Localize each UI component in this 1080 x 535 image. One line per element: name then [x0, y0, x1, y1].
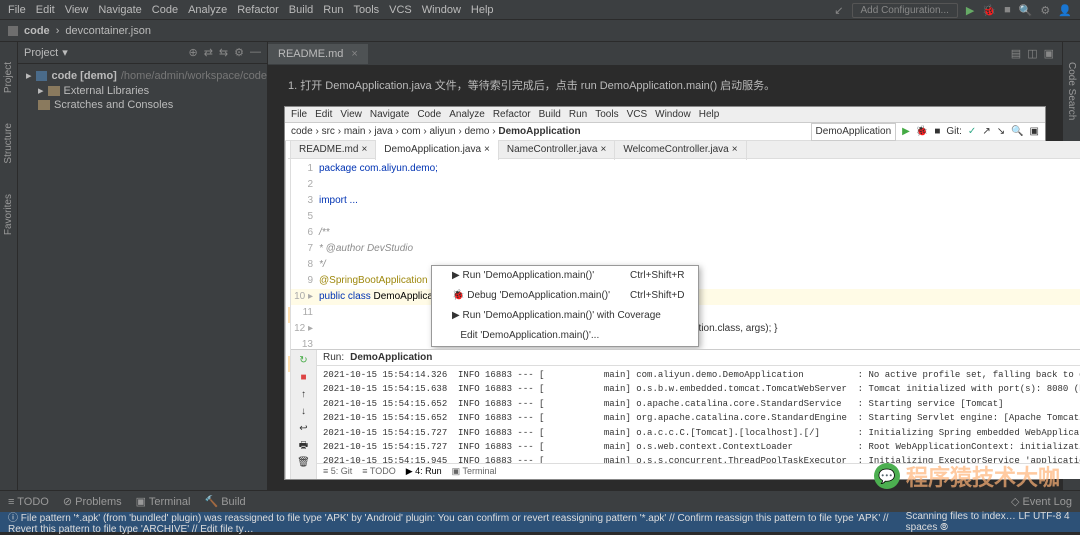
stop-icon[interactable]: ■ [1004, 4, 1011, 16]
favorites-tool[interactable]: Favorites [3, 194, 14, 235]
menu-help[interactable]: Help [471, 4, 494, 16]
code-search-tool[interactable]: Code Search [1066, 62, 1077, 120]
menu-navigate[interactable]: Navigate [98, 4, 141, 16]
avatar-icon[interactable]: 👤 [1058, 4, 1072, 17]
status-message: ⓘ File pattern '*.apk' (from 'bundled' p… [8, 509, 906, 535]
preview-icon[interactable]: ▣ [1044, 47, 1054, 60]
chevron-down-icon[interactable]: ▾ [62, 46, 68, 59]
project-tool[interactable]: Project [3, 62, 14, 93]
inner-run-config: DemoApplication [811, 123, 897, 141]
select-opened-icon[interactable]: ⊕ [188, 46, 197, 59]
menu-code[interactable]: Code [152, 4, 178, 16]
event-log[interactable]: ◇ Event Log [1011, 495, 1072, 508]
collapse-icon[interactable]: ⇆ [219, 46, 228, 59]
status-right: Scanning files to index… LF UTF-8 4 spac… [906, 511, 1072, 533]
gear-icon[interactable]: ⚙ [1040, 4, 1050, 17]
menu-build[interactable]: Build [289, 4, 313, 16]
menu-view[interactable]: View [65, 4, 89, 16]
menu-vcs[interactable]: VCS [389, 4, 412, 16]
down-icon[interactable]: ↓ [297, 405, 311, 419]
up-icon[interactable]: ↑ [297, 388, 311, 402]
hide-icon[interactable]: — [250, 46, 261, 59]
problems-tool[interactable]: ⊘ Problems [63, 495, 122, 508]
debug-icon[interactable]: 🐞 [982, 4, 996, 17]
ctx-coverage[interactable]: ▶ Run 'DemoApplication.main()' with Cove… [432, 306, 698, 326]
run-log[interactable]: 2021-10-15 15:54:14.326 INFO 16883 --- [… [317, 366, 1080, 463]
editor-area: README.md× ▤ ◫ ▣ 1. 打开 DemoApplication.j… [268, 42, 1062, 490]
wrap-icon[interactable]: ↩ [297, 422, 311, 436]
chevron-right-icon: › [56, 25, 60, 37]
context-menu: ▶ Run 'DemoApplication.main()'Ctrl+Shift… [431, 265, 699, 347]
menu-file[interactable]: File [8, 4, 26, 16]
ctx-run[interactable]: ▶ Run 'DemoApplication.main()'Ctrl+Shift… [432, 266, 698, 286]
readme-preview: 1. 打开 DemoApplication.java 文件，等待索引完成后，点击… [268, 66, 1062, 490]
split-icon[interactable]: ◫ [1027, 47, 1037, 60]
readme-step-1: 1. 打开 DemoApplication.java 文件，等待索引完成后，点击… [288, 78, 1042, 96]
project-tree[interactable]: ▸code [demo] /home/admin/workspace/code … [18, 64, 267, 116]
menu-refactor[interactable]: Refactor [237, 4, 279, 16]
editor-tabs: README.md× ▤ ◫ ▣ [268, 42, 1062, 66]
inner-tabs: README.md× DemoApplication.java× NameCon… [291, 141, 1080, 159]
project-sidebar: Project ▾ ⊕ ⇄ ⇆ ⚙ — ▸code [demo] /home/a… [18, 42, 268, 490]
tab-readme[interactable]: README.md× [268, 44, 368, 64]
inner-ide-screenshot: FileEditViewNavigateCodeAnalyzeRefactorB… [284, 106, 1046, 480]
terminal-tool[interactable]: ▣ Terminal [136, 495, 191, 508]
tree-root[interactable]: ▸code [demo] /home/admin/workspace/code [18, 68, 267, 83]
ctx-debug[interactable]: 🐞 Debug 'DemoApplication.main()'Ctrl+Shi… [432, 286, 698, 306]
breadcrumb: code › devcontainer.json [0, 20, 1080, 42]
prev-icon[interactable]: ↙ [834, 4, 843, 17]
run-panel: ↻ ■ ↑ ↓ ↩ 🖶 🗑 Run:DemoApplication⚙ — 202 [291, 349, 1080, 479]
settings-icon[interactable]: ⚙ [234, 46, 244, 59]
toolbar-right: ↙ Add Configuration... ▶ 🐞 ■ 🔍 ⚙ 👤 [834, 0, 1072, 20]
todo-tool[interactable]: ≡ TODO [8, 496, 49, 508]
expand-icon[interactable]: ⇄ [204, 46, 213, 59]
menu-window[interactable]: Window [422, 4, 461, 16]
menu-edit[interactable]: Edit [36, 4, 55, 16]
crumb-file[interactable]: devcontainer.json [65, 25, 151, 37]
sidebar-title: Project [24, 47, 58, 59]
close-icon[interactable]: × [351, 48, 357, 60]
rerun-icon[interactable]: ↻ [297, 354, 311, 368]
crumb-project[interactable]: code [24, 25, 50, 37]
run-config-selector[interactable]: Add Configuration... [852, 3, 958, 18]
menu-tools[interactable]: Tools [353, 4, 379, 16]
tree-scratches[interactable]: Scratches and Consoles [18, 98, 267, 112]
view-mode-icon[interactable]: ▤ [1011, 47, 1021, 60]
run-icon[interactable]: ▶ [966, 4, 974, 17]
project-icon [8, 26, 18, 36]
menu-run[interactable]: Run [323, 4, 343, 16]
stop-run-icon[interactable]: ■ [297, 371, 311, 385]
left-gutter: Project Structure Favorites [0, 42, 18, 490]
trash-icon[interactable]: 🗑 [297, 456, 311, 470]
inner-code: 1package com.aliyun.demo; 2 3import ... … [291, 159, 1080, 349]
inner-menu: FileEditViewNavigateCodeAnalyzeRefactorB… [285, 107, 1045, 123]
tree-ext-lib[interactable]: ▸External Libraries [18, 83, 267, 98]
menu-analyze[interactable]: Analyze [188, 4, 227, 16]
structure-tool[interactable]: Structure [3, 123, 14, 164]
status-bar: ⓘ File pattern '*.apk' (from 'bundled' p… [0, 512, 1080, 532]
search-icon[interactable]: 🔍 [1019, 4, 1033, 17]
ctx-edit[interactable]: Edit 'DemoApplication.main()'... [432, 326, 698, 346]
print-icon[interactable]: 🖶 [297, 439, 311, 453]
inner-breadcrumb: code › src › main › java › com › aliyun … [285, 123, 1045, 141]
build-tool[interactable]: 🔨 Build [204, 495, 245, 508]
